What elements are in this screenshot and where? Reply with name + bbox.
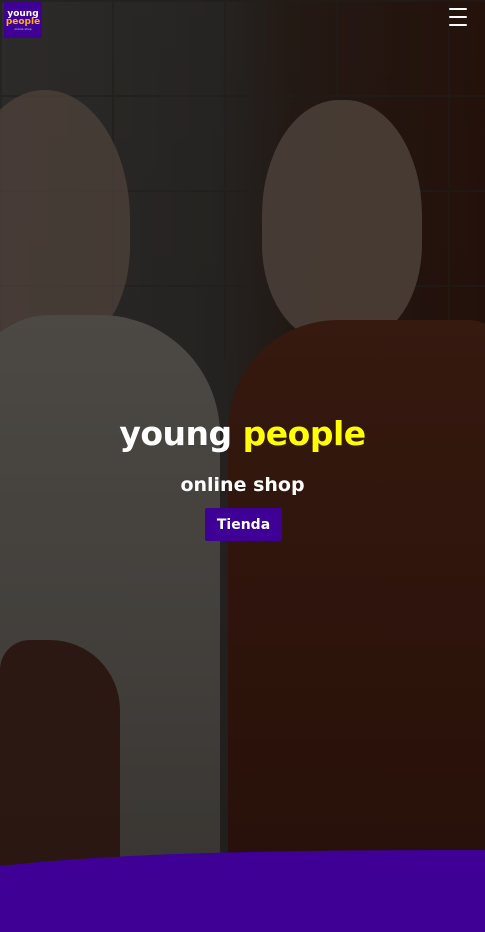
hero-subtitle: online shop (180, 474, 305, 496)
hero-title-people: people (242, 414, 367, 453)
brand-logo[interactable]: young people online shop (4, 2, 42, 38)
hero-title: young people (0, 414, 485, 453)
logo-text-people: people (5, 17, 41, 28)
menu-icon-bar (449, 16, 467, 18)
logo-tagline: online shop (14, 26, 32, 31)
menu-icon-bar (449, 24, 467, 26)
home-page: young people online shop young people on… (0, 0, 485, 932)
shop-button[interactable]: Tienda (205, 508, 282, 541)
menu-icon-bar (449, 8, 467, 10)
hero-title-young: young (119, 414, 243, 453)
hamburger-menu-icon[interactable] (449, 8, 467, 26)
hero-dark-overlay (0, 0, 485, 932)
hero-background-image (0, 0, 485, 932)
bottom-purple-wave (0, 850, 485, 932)
